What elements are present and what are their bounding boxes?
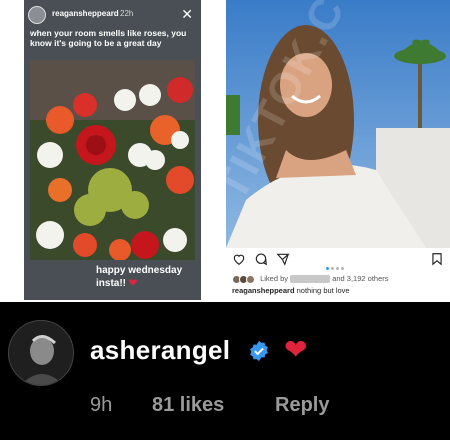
heart-emoji: ❤: [284, 334, 308, 365]
carousel-dots: [326, 257, 346, 275]
screenshot-collage: reagansheppeard 22h ✕ when your room sme…: [0, 0, 450, 440]
instagram-story: reagansheppeard 22h ✕ when your room sme…: [24, 0, 201, 300]
like-icon[interactable]: [232, 252, 246, 266]
story-header: reagansheppeard 22h ✕: [28, 6, 197, 24]
story-bottom-text: happy wednesday insta!! ❤: [96, 264, 196, 290]
likes-summary[interactable]: Liked by and 3,192 others: [232, 274, 389, 284]
story-avatar[interactable]: [28, 6, 46, 24]
blurred-username: [290, 275, 331, 284]
post-caption: reagansheppeard nothing but love: [232, 286, 350, 295]
caption-text: nothing but love: [296, 286, 350, 295]
post-photo[interactable]: [226, 0, 450, 248]
caption-username[interactable]: reagansheppeard: [232, 286, 295, 295]
post-actions: Liked by and 3,192 others reagansheppear…: [226, 248, 450, 298]
story-username[interactable]: reagansheppeard: [52, 9, 119, 18]
commenter-avatar[interactable]: [8, 320, 74, 386]
heart-icon: ❤: [128, 278, 138, 289]
comment-time: 9h: [90, 394, 113, 416]
likes-suffix: and 3,192 others: [330, 274, 389, 283]
roses-bouquet-photo: [30, 60, 195, 260]
close-icon[interactable]: ✕: [181, 6, 193, 22]
story-caption: when your room smells like roses, you kn…: [30, 28, 187, 48]
comment-likes[interactable]: 81 likes: [152, 394, 224, 417]
liker-avatars: [232, 274, 258, 284]
story-time: 22h: [120, 9, 134, 18]
likes-prefix: Liked by: [260, 274, 291, 283]
comment-icon[interactable]: [254, 252, 268, 266]
commenter-username[interactable]: asherangel: [90, 335, 230, 366]
share-icon[interactable]: [276, 252, 290, 266]
reply-button[interactable]: Reply: [275, 394, 329, 417]
comment-row: asherangel ❤ 9h 81 likes Reply: [0, 302, 450, 440]
bookmark-icon[interactable]: [430, 252, 444, 266]
story-bottom-label: happy wednesday insta!!: [96, 265, 183, 289]
verified-badge-icon: [250, 340, 268, 362]
